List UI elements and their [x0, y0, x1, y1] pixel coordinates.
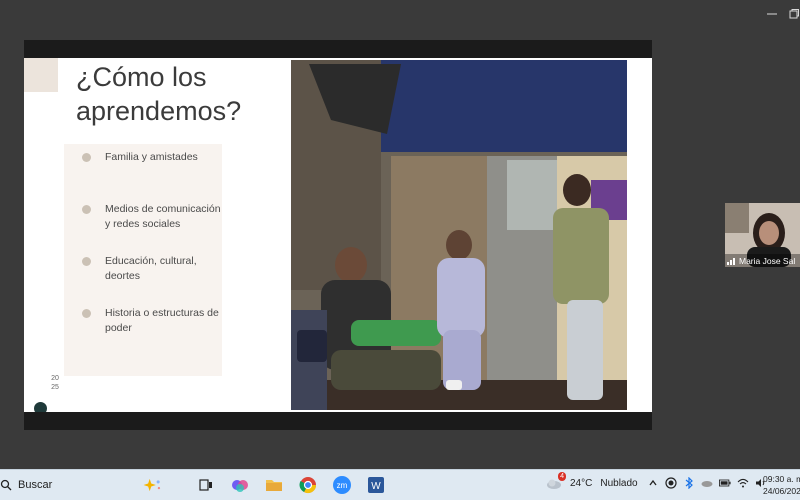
- taskbar-search[interactable]: Buscar: [0, 475, 52, 495]
- svg-text:zm: zm: [337, 481, 348, 490]
- file-explorer-icon[interactable]: [264, 475, 284, 495]
- clock-time: 09:30 a. m.: [763, 474, 800, 484]
- participant-name: Maria Jose Sal: [739, 255, 796, 266]
- system-tray: [647, 477, 767, 489]
- window-controls: [756, 0, 800, 28]
- search-icon: [0, 479, 12, 491]
- slide-accent-box: [24, 58, 58, 92]
- taskbar: Buscar zm W 4 24°C Nublado 09:30 a. m 24…: [0, 469, 800, 500]
- weather-badge: 4: [558, 472, 566, 481]
- bullet-text: Educación, cultural, deortes: [105, 255, 197, 282]
- taskbar-clock[interactable]: 09:30 a. m. 24/06/202: [763, 473, 800, 497]
- task-view-icon[interactable]: [196, 475, 216, 495]
- participant-video-tile[interactable]: Maria Jose Sal: [725, 203, 800, 267]
- bullet-dot: [82, 153, 91, 162]
- onedrive-icon[interactable]: [701, 477, 713, 489]
- minimize-icon[interactable]: [756, 0, 788, 28]
- slide-page-number: 20 25: [51, 375, 59, 391]
- chevron-up-icon[interactable]: [647, 477, 659, 489]
- bullet-item: Medios de comunicación y redes sociales: [82, 202, 235, 232]
- copilot-app-icon[interactable]: [230, 475, 250, 495]
- battery-icon[interactable]: [719, 477, 731, 489]
- bullet-dot: [82, 257, 91, 266]
- presentation-slide: ¿Cómo los aprendemos? Familia y amistade…: [24, 58, 652, 412]
- weather-condition: Nublado: [600, 477, 638, 489]
- record-icon[interactable]: [665, 477, 677, 489]
- restore-icon[interactable]: [788, 0, 800, 28]
- copilot-sparkle-icon[interactable]: [142, 475, 162, 495]
- slide-title: ¿Cómo los aprendemos?: [76, 62, 242, 126]
- weather-temperature: 24°C: [570, 477, 593, 489]
- weather-cloud-icon: 4: [546, 472, 566, 490]
- bullet-item: Historia o estructuras de poder: [82, 306, 235, 336]
- bullet-item: Familia y amistades: [82, 150, 235, 165]
- bullet-text: Historia o estructuras de poder: [105, 307, 219, 334]
- slide-photo: [291, 60, 627, 410]
- weather-widget[interactable]: 4 24°C Nublado: [546, 472, 638, 490]
- signal-strength-icon: [727, 257, 735, 265]
- shared-screen: ¿Cómo los aprendemos? Familia y amistade…: [24, 40, 652, 430]
- bullet-item: Educación, cultural, deortes: [82, 254, 235, 284]
- search-label: Buscar: [18, 479, 53, 491]
- zoom-app-icon[interactable]: zm: [332, 475, 352, 495]
- bullet-dot: [82, 309, 91, 318]
- bullet-text: Familia y amistades: [105, 151, 198, 163]
- word-app-icon[interactable]: W: [366, 475, 386, 495]
- bullet-text: Medios de comunicación y redes sociales: [105, 203, 221, 230]
- chrome-icon[interactable]: [298, 475, 318, 495]
- wifi-icon[interactable]: [737, 477, 749, 489]
- bullet-dot: [82, 205, 91, 214]
- bluetooth-icon[interactable]: [683, 477, 695, 489]
- clock-date: 24/06/202: [763, 486, 800, 496]
- slide-logo-icon: [34, 402, 47, 412]
- participant-name-bar: Maria Jose Sal: [725, 254, 800, 267]
- svg-text:W: W: [371, 481, 381, 492]
